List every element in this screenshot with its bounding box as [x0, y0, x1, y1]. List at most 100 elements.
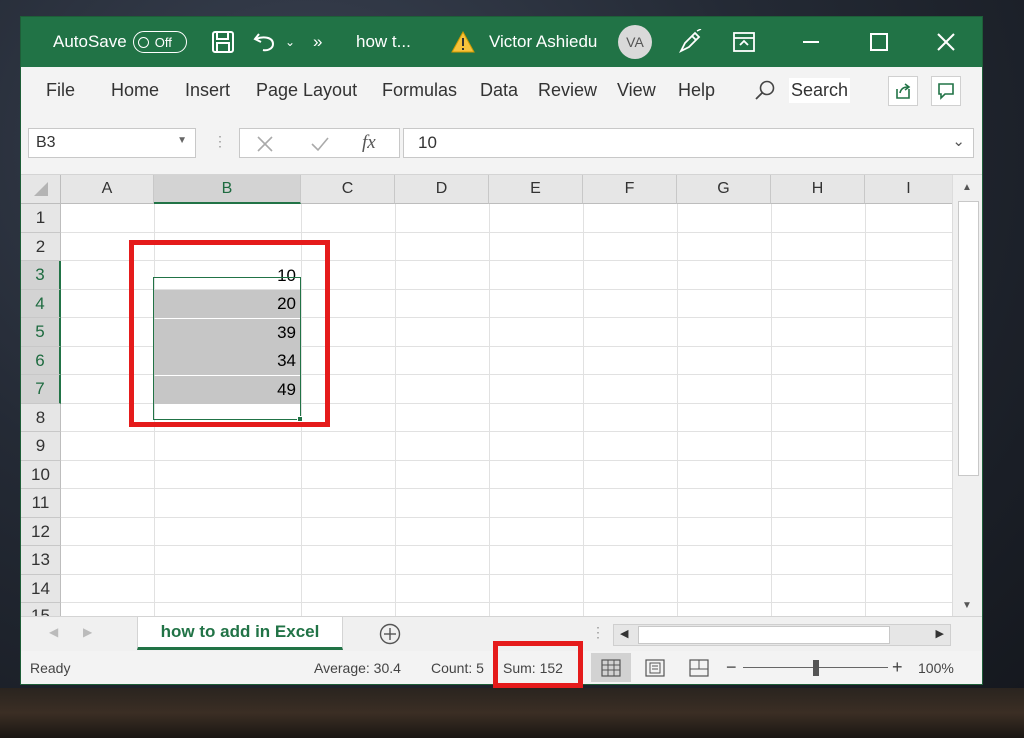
- tab-file[interactable]: File: [46, 67, 75, 113]
- search-box[interactable]: Search: [754, 67, 851, 113]
- scroll-right-icon[interactable]: ▶: [936, 627, 944, 640]
- row-header-11[interactable]: 11: [21, 489, 61, 518]
- zoom-out-button[interactable]: −: [726, 651, 737, 684]
- column-header-g[interactable]: G: [677, 175, 771, 204]
- scroll-down-icon[interactable]: ▼: [962, 600, 972, 611]
- row-header-4[interactable]: 4: [21, 290, 61, 318]
- avatar[interactable]: VA: [618, 25, 652, 59]
- row-header-6[interactable]: 6: [21, 347, 61, 375]
- formula-bar-grip-icon[interactable]: ⋮: [213, 133, 227, 150]
- gridline: [61, 460, 952, 461]
- comments-button[interactable]: [931, 76, 961, 106]
- warning-icon[interactable]: [451, 17, 475, 67]
- save-button[interactable]: [211, 17, 235, 67]
- horizontal-scroll-thumb[interactable]: [638, 626, 890, 644]
- tab-split-grip-icon[interactable]: ⋮: [591, 624, 605, 641]
- row-header-14[interactable]: 14: [21, 575, 61, 603]
- user-avatar-wrap[interactable]: VA: [618, 17, 652, 67]
- column-header-c[interactable]: C: [301, 175, 395, 204]
- add-sheet-button[interactable]: [379, 623, 401, 650]
- chevron-down-icon[interactable]: ⌄: [952, 132, 965, 150]
- search-icon: [755, 80, 775, 100]
- row-header-3[interactable]: 3: [21, 261, 61, 290]
- tab-formulas[interactable]: Formulas: [382, 67, 457, 113]
- gridline: [395, 204, 396, 616]
- vertical-scrollbar[interactable]: ▲ ▼: [952, 175, 982, 616]
- scroll-left-icon[interactable]: ◀: [620, 627, 628, 640]
- page-layout-view-button[interactable]: [635, 653, 675, 682]
- undo-dropdown[interactable]: ⌄: [285, 17, 295, 67]
- sheet-scroll-right-icon[interactable]: ▶: [83, 625, 92, 639]
- minimize-button[interactable]: [801, 17, 821, 67]
- close-button[interactable]: [936, 17, 956, 67]
- autosave-toggle[interactable]: Off: [132, 31, 187, 53]
- normal-view-button[interactable]: [591, 653, 631, 682]
- autosave-label: AutoSave: [53, 32, 127, 51]
- user-name[interactable]: Victor Ashiedu: [489, 17, 597, 67]
- status-ready: Ready: [30, 659, 71, 676]
- undo-icon: [253, 33, 275, 52]
- row-header-8[interactable]: 8: [21, 404, 61, 432]
- row-header-1[interactable]: 1: [21, 204, 61, 233]
- page-layout-icon: [645, 658, 665, 677]
- column-header-a[interactable]: A: [61, 175, 154, 204]
- zoom-in-button[interactable]: +: [892, 651, 903, 684]
- tab-insert[interactable]: Insert: [185, 67, 230, 113]
- chevron-down-icon: ⌄: [285, 35, 296, 49]
- tab-home[interactable]: Home: [111, 67, 159, 113]
- page-break-icon: [689, 658, 709, 677]
- select-all-icon: [33, 182, 48, 196]
- ribbon-display-button[interactable]: [733, 17, 755, 67]
- sheet-tab-how-to-add[interactable]: how to add in Excel: [137, 617, 343, 650]
- gridline: [61, 545, 952, 546]
- undo-button[interactable]: [253, 17, 279, 67]
- zoom-level[interactable]: 100%: [918, 651, 954, 684]
- row-header-9[interactable]: 9: [21, 432, 61, 461]
- maximize-icon: [870, 33, 888, 51]
- column-header-i[interactable]: I: [865, 175, 952, 204]
- insert-function-icon[interactable]: fx: [362, 132, 376, 154]
- share-button[interactable]: [888, 76, 918, 106]
- column-header-d[interactable]: D: [395, 175, 489, 204]
- tab-help[interactable]: Help: [678, 67, 715, 113]
- more-commands-button[interactable]: »: [313, 17, 322, 67]
- page-break-view-button[interactable]: [679, 653, 719, 682]
- row-header-12[interactable]: 12: [21, 518, 61, 546]
- save-icon: [212, 31, 234, 53]
- horizontal-scrollbar[interactable]: ◀ ▶: [613, 624, 951, 646]
- row-header-7[interactable]: 7: [21, 375, 61, 404]
- coauthor-button[interactable]: [677, 17, 703, 67]
- formula-input[interactable]: 10 ⌄: [403, 128, 974, 158]
- row-header-5[interactable]: 5: [21, 318, 61, 347]
- autosave-control[interactable]: AutoSave Off: [53, 17, 187, 67]
- scroll-thumb[interactable]: [958, 201, 979, 476]
- column-header-h[interactable]: H: [771, 175, 865, 204]
- row-header-15[interactable]: 15: [21, 603, 61, 616]
- chevron-down-icon[interactable]: ▼: [177, 135, 187, 146]
- scroll-up-icon[interactable]: ▲: [962, 182, 972, 193]
- highlight-box-selection: [129, 240, 330, 427]
- tab-page-layout[interactable]: Page Layout: [256, 67, 357, 113]
- column-header-e[interactable]: E: [489, 175, 583, 204]
- ribbon-tabs: File Home Insert Page Layout Formulas Da…: [21, 67, 982, 113]
- status-average[interactable]: Average: 30.4: [314, 651, 401, 684]
- column-header-b[interactable]: B: [154, 175, 301, 204]
- status-count[interactable]: Count: 5: [431, 651, 484, 684]
- column-header-f[interactable]: F: [583, 175, 677, 204]
- document-title[interactable]: how t...: [356, 17, 411, 67]
- tab-view[interactable]: View: [617, 67, 656, 113]
- formula-buttons: fx: [239, 128, 400, 158]
- zoom-slider-knob[interactable]: [813, 660, 819, 676]
- close-icon: [937, 33, 955, 51]
- maximize-button[interactable]: [870, 17, 888, 67]
- more-commands-icon: »: [313, 32, 323, 51]
- tab-data[interactable]: Data: [480, 67, 518, 113]
- select-all-corner[interactable]: [21, 175, 61, 204]
- row-header-13[interactable]: 13: [21, 546, 61, 575]
- sheet-scroll-left-icon[interactable]: ◀: [49, 625, 58, 639]
- row-header-2[interactable]: 2: [21, 233, 61, 261]
- name-box-value: B3: [36, 134, 56, 151]
- name-box[interactable]: B3 ▼: [28, 128, 196, 158]
- tab-review[interactable]: Review: [538, 67, 597, 113]
- row-header-10[interactable]: 10: [21, 461, 61, 489]
